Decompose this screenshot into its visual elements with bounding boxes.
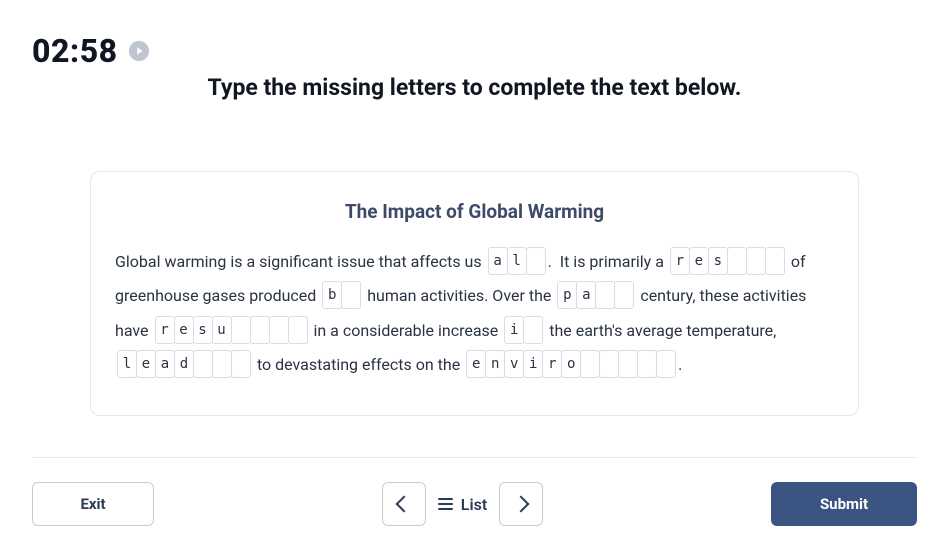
letter-cell-input[interactable] [656,350,676,378]
exit-button-label: Exit [80,495,105,513]
letter-gap[interactable]: b [322,281,361,309]
letter-gap[interactable]: res [670,247,785,275]
passage-text: Global warming is a significant issue th… [115,252,486,271]
letter-cell-input[interactable] [580,350,600,378]
letter-cell-prefilled: l [507,247,527,275]
letter-gap[interactable]: lead [117,350,251,378]
timer-display: 02:58 [32,32,118,70]
letter-cell-prefilled: e [174,316,194,344]
letter-cell-prefilled: e [136,350,156,378]
letter-cell-prefilled: r [670,247,690,275]
nav-center: List [382,482,543,526]
letter-cell-prefilled: n [485,350,505,378]
passage-text: human activities. Over the [363,286,555,305]
passage-text: . It is primarily a [548,252,668,271]
instruction-text: Type the missing letters to complete the… [32,74,917,101]
letter-cell-prefilled: u [212,316,232,344]
letter-cell-prefilled: v [504,350,524,378]
play-icon[interactable] [128,40,150,62]
letter-cell-prefilled: e [689,247,709,275]
submit-button-label: Submit [820,495,868,513]
letter-cell-input[interactable] [341,281,361,309]
letter-gap[interactable]: resu [155,316,308,344]
letter-cell-prefilled: p [557,281,577,309]
letter-cell-input[interactable] [765,247,785,275]
letter-cell-input[interactable] [595,281,615,309]
footer-bar: Exit List Submit [32,457,917,526]
prev-button[interactable] [382,482,426,526]
letter-cell-prefilled: d [174,350,194,378]
letter-cell-input[interactable] [288,316,308,344]
letter-cell-prefilled: l [117,350,137,378]
letter-cell-prefilled: i [504,316,524,344]
letter-cell-prefilled: a [576,281,596,309]
letter-cell-prefilled: a [155,350,175,378]
letter-cell-prefilled: b [322,281,342,309]
letter-gap[interactable]: al [488,247,546,275]
passage-body: Global warming is a significant issue th… [115,245,834,383]
letter-cell-input[interactable] [523,316,543,344]
letter-cell-input[interactable] [212,350,232,378]
letter-cell-prefilled: s [708,247,728,275]
letter-cell-input[interactable] [269,316,289,344]
submit-button[interactable]: Submit [771,482,917,526]
letter-cell-prefilled: r [155,316,175,344]
letter-cell-input[interactable] [599,350,619,378]
passage-text: in a considerable increase [310,321,503,340]
list-button-label: List [461,495,487,514]
letter-cell-prefilled: s [193,316,213,344]
letter-cell-input[interactable] [746,247,766,275]
letter-cell-input[interactable] [614,281,634,309]
letter-cell-prefilled: o [561,350,581,378]
passage-title: The Impact of Global Warming [115,200,834,223]
chevron-right-icon [513,496,530,513]
letter-cell-prefilled: e [466,350,486,378]
letter-gap[interactable]: i [504,316,543,344]
letter-cell-input[interactable] [231,350,251,378]
question-card: The Impact of Global Warming Global warm… [90,171,859,416]
timer-row: 02:58 [32,32,917,70]
list-icon [438,498,453,510]
letter-cell-input[interactable] [193,350,213,378]
next-button[interactable] [499,482,543,526]
letter-cell-prefilled: i [523,350,543,378]
list-button[interactable]: List [438,495,487,514]
letter-cell-input[interactable] [637,350,657,378]
chevron-left-icon [395,496,412,513]
letter-cell-input[interactable] [727,247,747,275]
letter-cell-input[interactable] [618,350,638,378]
exit-button[interactable]: Exit [32,482,154,526]
letter-cell-input[interactable] [250,316,270,344]
letter-gap[interactable]: enviro [466,350,676,378]
letter-gap[interactable]: pa [557,281,634,309]
letter-cell-input[interactable] [526,247,546,275]
letter-cell-prefilled: r [542,350,562,378]
passage-text: . [678,355,682,374]
passage-text: the earth's average temperature, [545,321,780,340]
letter-cell-prefilled: a [488,247,508,275]
passage-text: to devastating effects on the [253,355,464,374]
letter-cell-input[interactable] [231,316,251,344]
